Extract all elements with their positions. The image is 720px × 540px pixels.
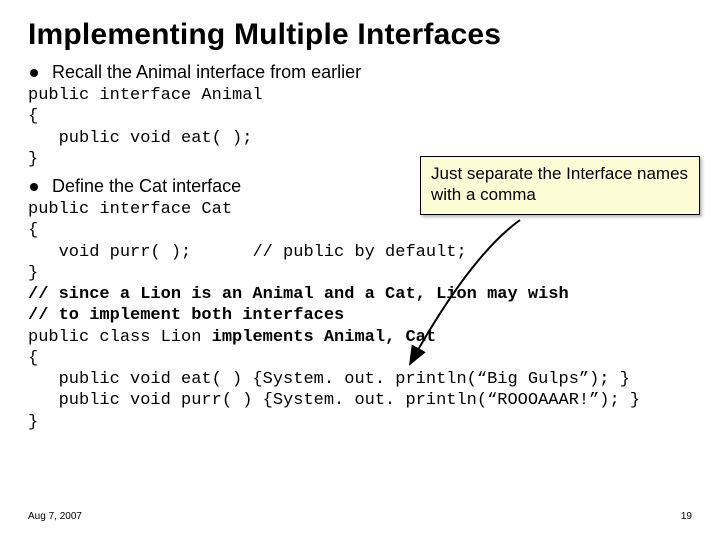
bullet-text: Define the Cat interface [52,176,241,197]
code-line: public interface Animal [28,86,263,105]
slide-title: Implementing Multiple Interfaces [28,18,692,52]
code-line: public void eat( ); [28,129,252,148]
footer-date: Aug 7, 2007 [28,511,82,522]
code-line: // since a Lion is an Animal and a Cat, … [28,285,569,304]
bullet-icon [30,183,38,191]
bullet-icon [30,69,38,77]
callout-box: Just separate the Interface names with a… [420,156,700,215]
bullet-text: Recall the Animal interface from earlier [52,62,361,83]
code-line: { [28,107,38,126]
slide: Implementing Multiple Interfaces Recall … [0,0,720,540]
code-line: void purr( ); // public by default; [28,243,467,262]
bullet-item: Recall the Animal interface from earlier [30,62,692,83]
code-line: public class Lion implements Animal, Cat [28,328,436,347]
code-line: public void eat( ) {System. out. println… [28,370,630,389]
code-line: } [28,264,38,283]
code-line: public void purr( ) {System. out. printl… [28,391,640,410]
code-line: { [28,221,38,240]
code-block-cat: public interface Cat { void purr( ); // … [28,199,692,433]
code-line: public interface Cat [28,200,232,219]
code-line: } [28,150,38,169]
code-line: // to implement both interfaces [28,306,344,325]
code-line: { [28,349,38,368]
code-line: } [28,413,38,432]
footer-page-number: 19 [681,511,692,522]
